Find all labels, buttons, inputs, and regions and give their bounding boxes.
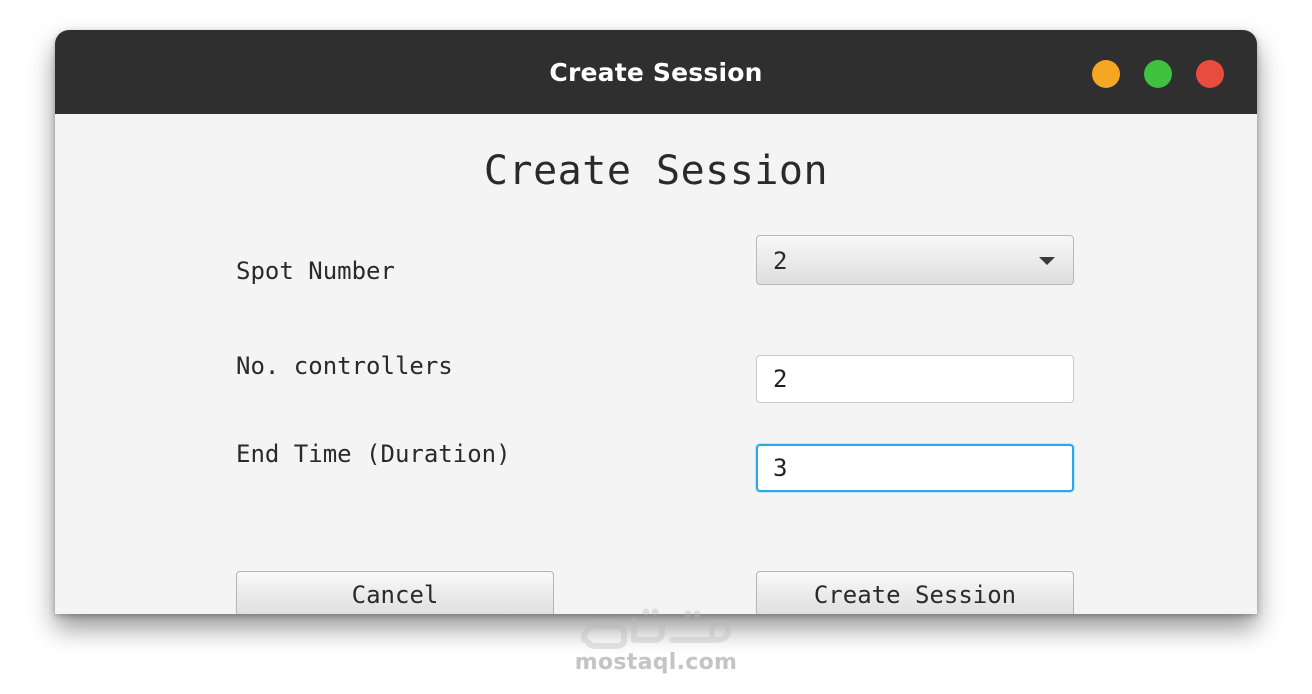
form-panel: Create Session Spot Number 2 No. control… [55, 114, 1257, 614]
create-session-window: Create Session Create Session Spot Numbe… [55, 30, 1257, 614]
create-session-button[interactable]: Create Session [756, 571, 1074, 614]
controllers-input[interactable] [756, 355, 1074, 403]
window-title: Create Session [549, 58, 763, 87]
watermark-logo [581, 608, 732, 649]
cancel-button[interactable]: Cancel [236, 571, 554, 614]
form-heading: Create Session [483, 148, 829, 194]
close-button[interactable] [1196, 60, 1224, 88]
controllers-label: No. controllers [236, 352, 453, 380]
screen: Create Session Create Session Spot Numbe… [0, 0, 1312, 694]
spot-number-value: 2 [773, 247, 788, 275]
maximize-button[interactable] [1144, 60, 1172, 88]
chevron-down-icon [1039, 257, 1055, 265]
spot-number-label: Spot Number [236, 257, 395, 285]
minimize-button[interactable] [1092, 60, 1120, 88]
watermark-text: mostaql.com [574, 650, 738, 675]
title-bar[interactable]: Create Session [55, 30, 1257, 114]
end-time-label: End Time (Duration) [236, 440, 511, 468]
end-time-input[interactable] [756, 444, 1074, 492]
spot-number-select[interactable]: 2 [756, 235, 1074, 285]
